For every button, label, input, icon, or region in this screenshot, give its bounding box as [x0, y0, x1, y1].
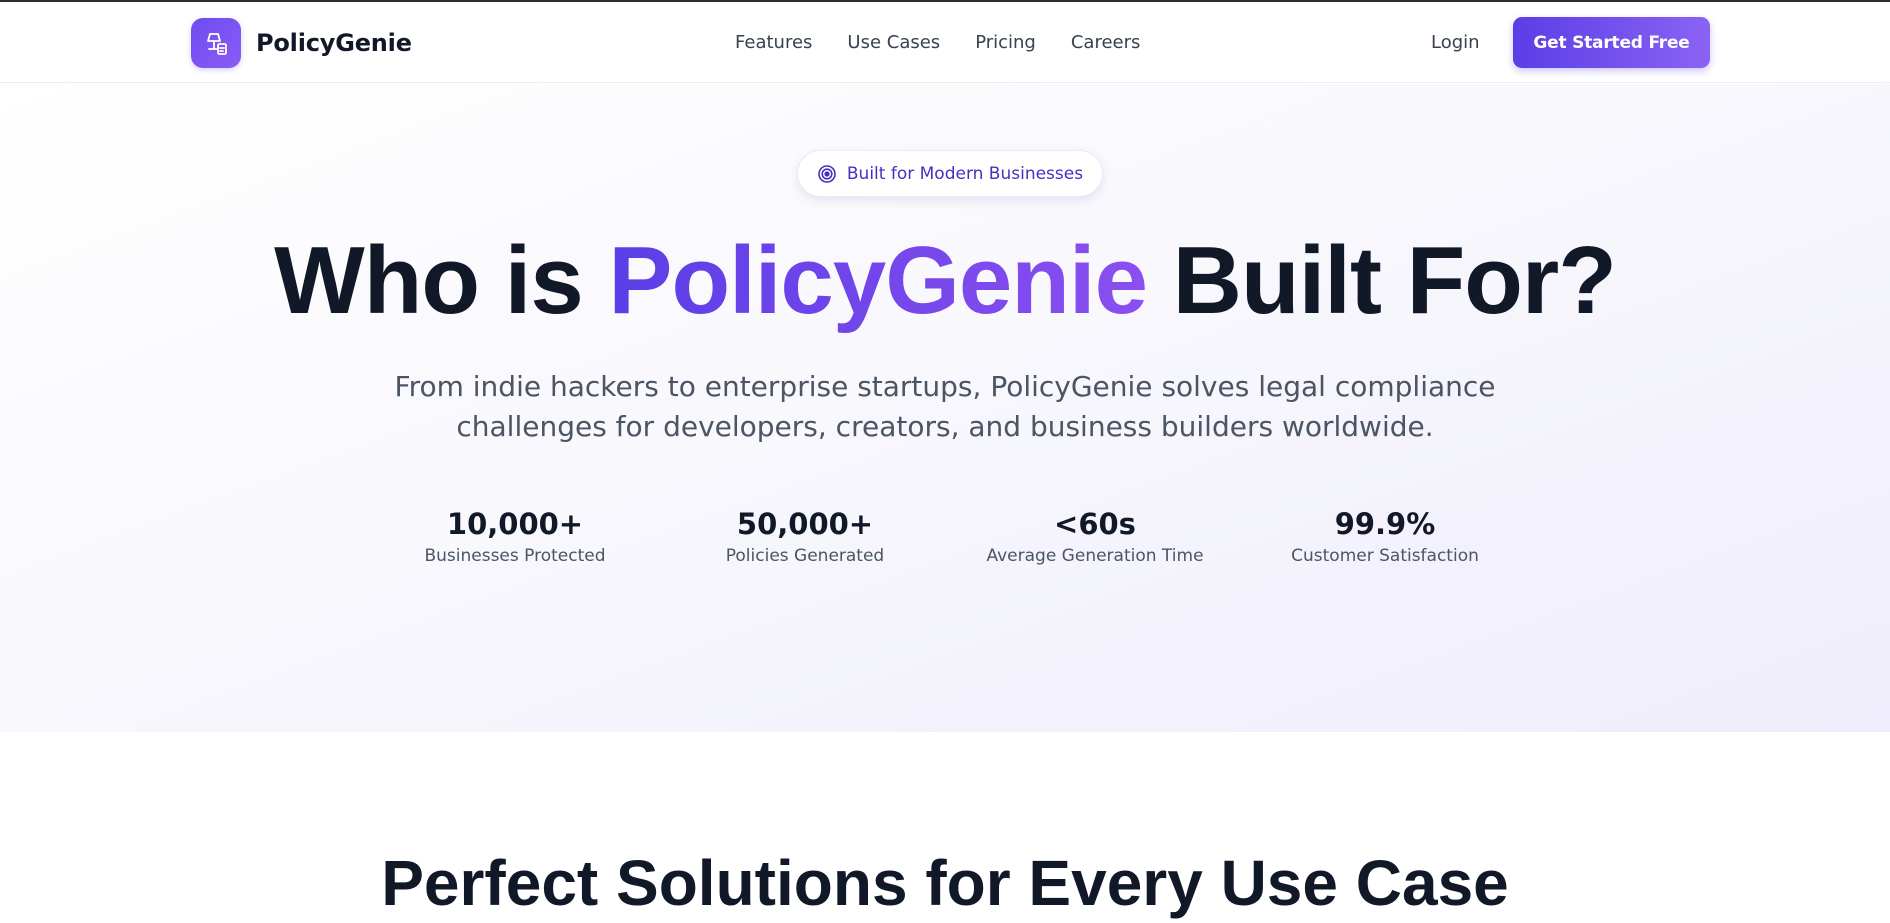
headline-end: Built For?: [1146, 227, 1617, 334]
hero-badge: Built for Modern Businesses: [797, 150, 1103, 197]
stat-item: <60s Average Generation Time: [965, 506, 1225, 566]
headline-start: Who is: [274, 227, 609, 334]
stat-label: Businesses Protected: [424, 546, 606, 566]
nav-item-use-cases[interactable]: Use Cases: [847, 32, 940, 53]
stat-item: 50,000+ Policies Generated: [675, 506, 935, 566]
stat-value: 99.9%: [1334, 507, 1436, 541]
stat-label: Policies Generated: [725, 546, 885, 566]
nav-item-features[interactable]: Features: [735, 32, 812, 53]
headline-accent: PolicyGenie: [608, 227, 1148, 334]
stat-value: 10,000+: [446, 507, 584, 541]
hero-section: Built for Modern Businesses Who is Polic…: [0, 84, 1890, 732]
hero-subtitle: From indie hackers to enterprise startup…: [345, 367, 1545, 447]
stat-label: Customer Satisfaction: [1291, 546, 1479, 566]
lamp-document-icon: [191, 18, 241, 68]
hero-subtitle-line-2: challenges for developers, creators, and…: [456, 410, 1434, 443]
stat-item: 99.9% Customer Satisfaction: [1255, 506, 1515, 566]
page-title: Who is PolicyGenie Built For?: [0, 226, 1890, 336]
brand-logo[interactable]: PolicyGenie: [191, 18, 412, 68]
hero-badge-label: Built for Modern Businesses: [846, 163, 1084, 184]
stats-row: 10,000+ Businesses Protected 50,000+ Pol…: [0, 506, 1890, 576]
target-icon: [818, 164, 836, 183]
nav-item-careers[interactable]: Careers: [1071, 32, 1141, 53]
stat-item: 10,000+ Businesses Protected: [385, 506, 645, 566]
nav-item-pricing[interactable]: Pricing: [975, 32, 1036, 53]
hero-subtitle-line-1: From indie hackers to enterprise startup…: [394, 370, 1496, 403]
login-link[interactable]: Login: [1431, 32, 1480, 53]
main-nav: Features Use Cases Pricing Careers: [735, 32, 1140, 53]
use-case-section-title: Perfect Solutions for Every Use Case: [381, 847, 1509, 919]
get-started-button[interactable]: Get Started Free: [1513, 17, 1710, 68]
stat-value: 50,000+: [736, 507, 874, 541]
site-header: PolicyGenie Features Use Cases Pricing C…: [0, 2, 1890, 83]
stat-value: <60s: [1054, 507, 1136, 541]
brand-name: PolicyGenie: [256, 29, 412, 57]
stat-label: Average Generation Time: [986, 546, 1204, 566]
